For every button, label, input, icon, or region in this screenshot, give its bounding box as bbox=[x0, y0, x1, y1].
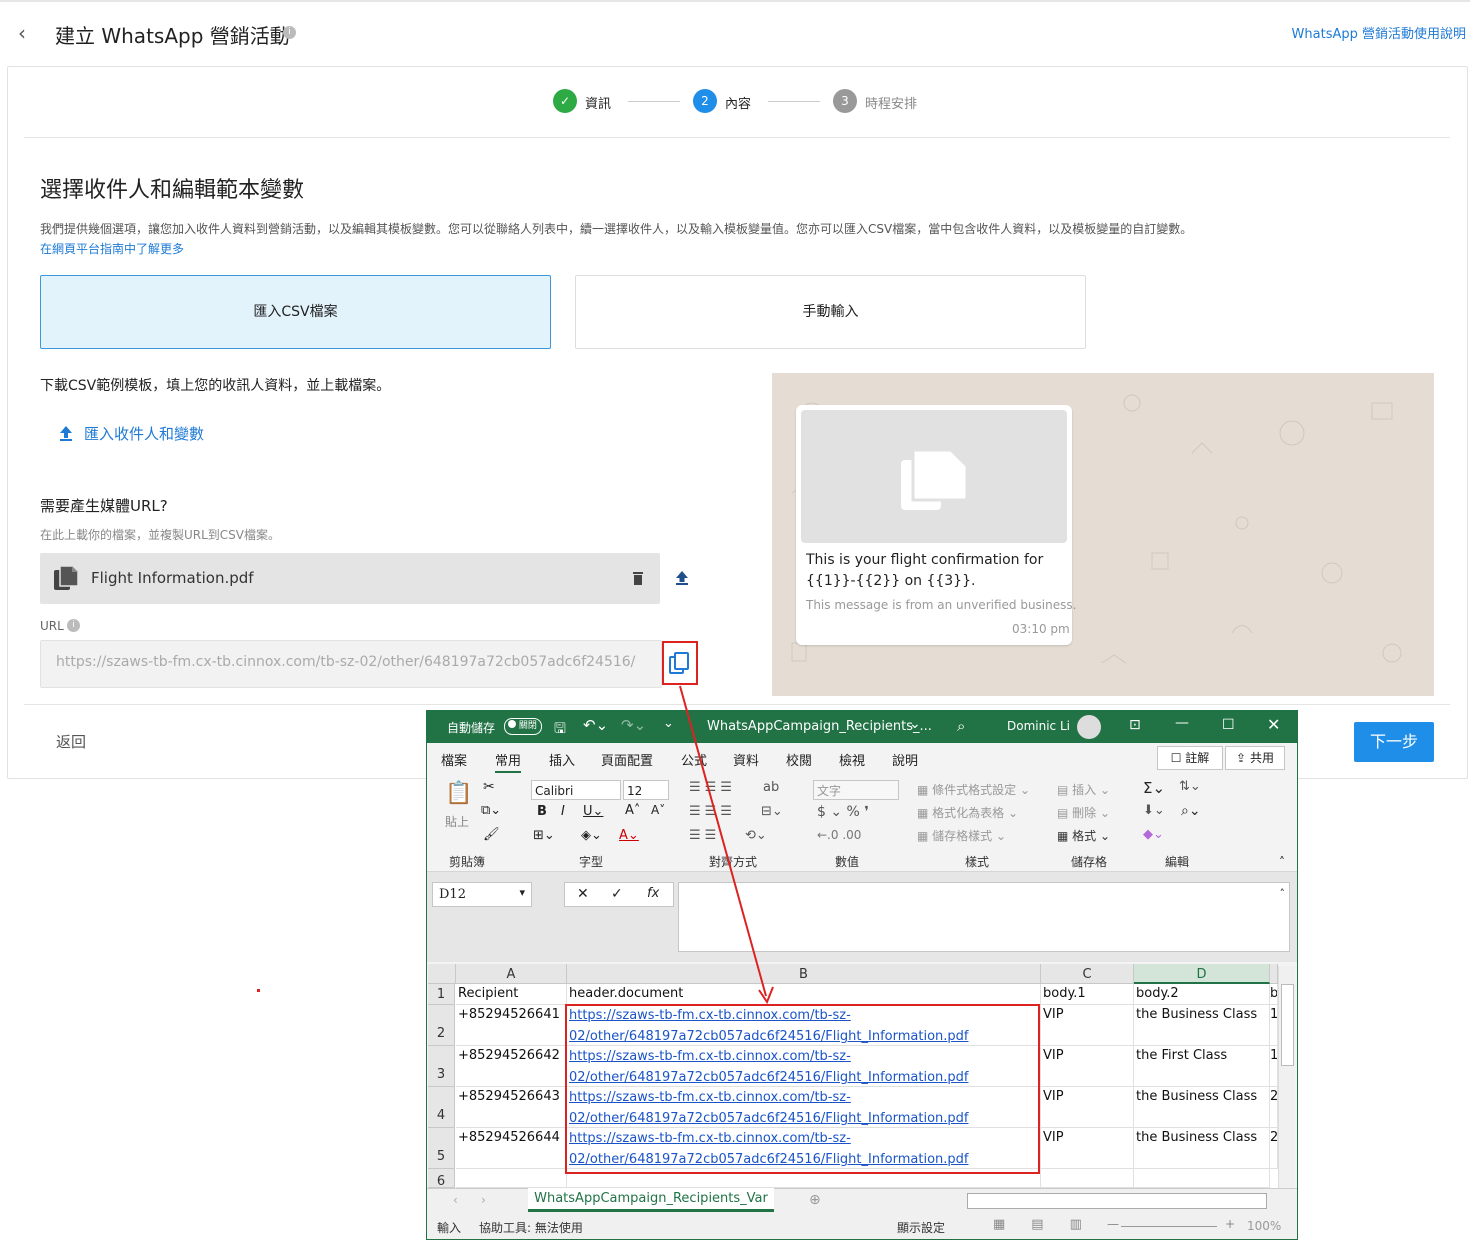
annotation-arrow bbox=[257, 685, 774, 1005]
